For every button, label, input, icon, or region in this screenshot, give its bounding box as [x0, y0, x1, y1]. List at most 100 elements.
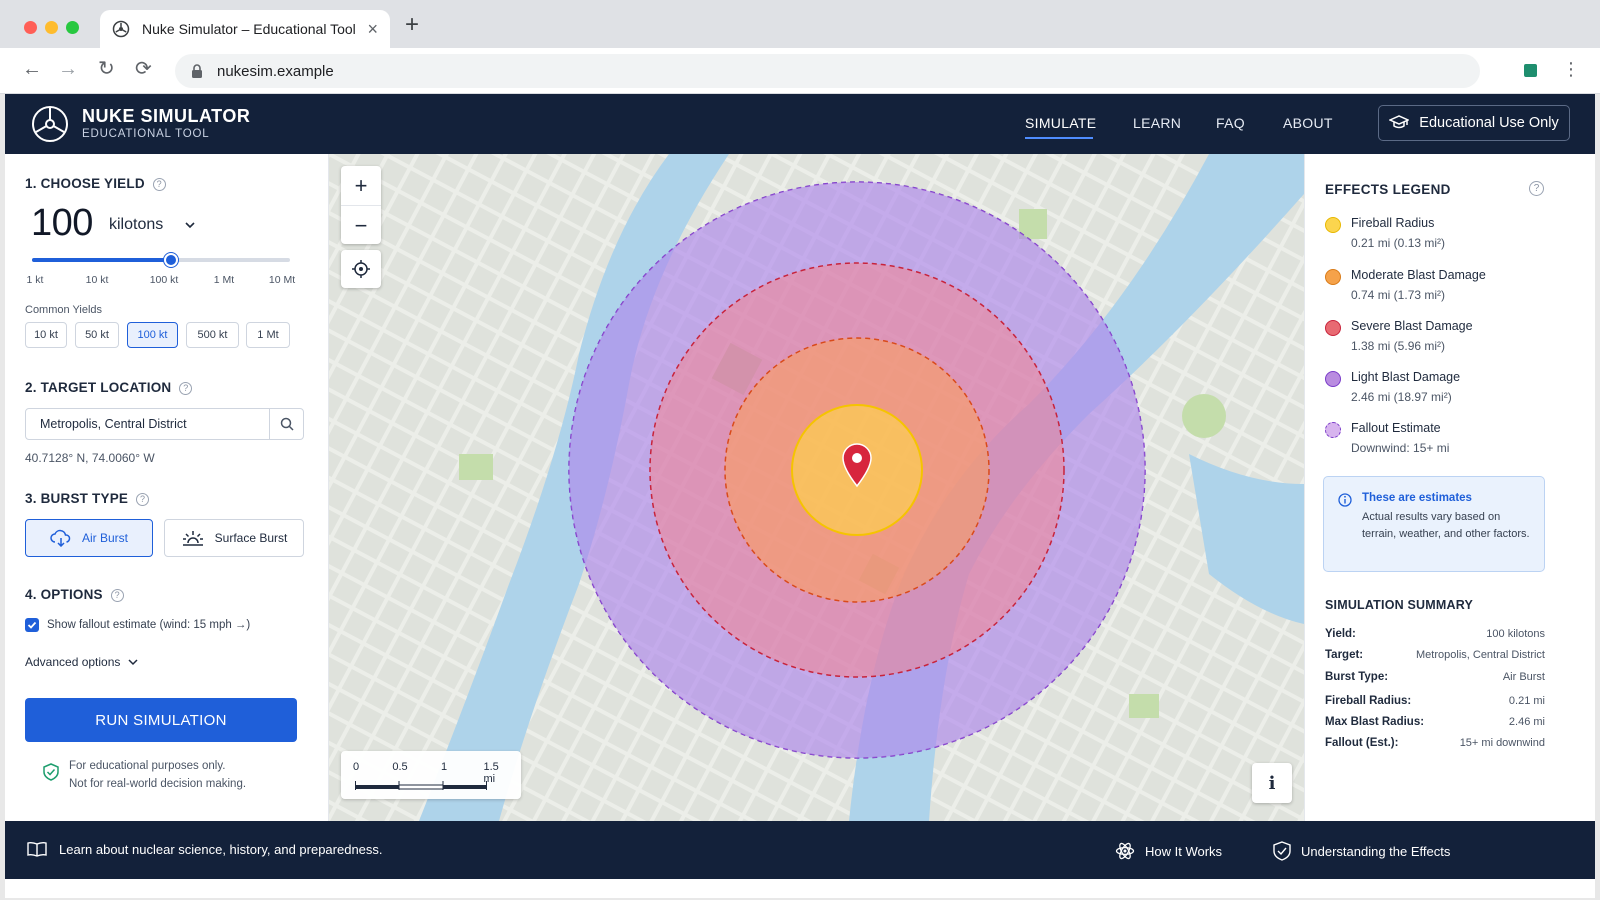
brand-subtitle: EDUCATIONAL TOOL	[82, 128, 210, 140]
nav-active-underline	[1025, 137, 1093, 139]
surface-burst-label: Surface Burst	[214, 531, 288, 545]
disclaimer-line-2: Not for real-world decision making.	[69, 778, 247, 790]
yield-slider[interactable]	[32, 253, 290, 267]
legend-name: Moderate Blast Damage	[1351, 268, 1486, 282]
locate-button[interactable]	[341, 250, 381, 288]
summary-row: Fallout (Est.): 15+ mi downwind	[1325, 737, 1545, 749]
shield-check-icon	[1273, 841, 1291, 861]
map-canvas[interactable]	[329, 154, 1304, 821]
nav-learn[interactable]: LEARN	[1133, 115, 1181, 131]
help-icon[interactable]: ?	[110, 589, 124, 602]
scale-label: 0	[352, 761, 360, 773]
park	[1129, 694, 1159, 718]
yield-unit-select[interactable]: kilotons	[109, 216, 163, 234]
footer-learn-text: Learn about nuclear science, history, an…	[27, 841, 383, 857]
run-simulation-button[interactable]: RUN SIMULATION	[25, 698, 297, 742]
graduation-cap-icon	[1389, 115, 1410, 129]
new-tab-icon[interactable]: +	[405, 13, 419, 37]
common-yield-chip[interactable]: 500 kt	[186, 322, 239, 348]
window-minimize-button[interactable]	[45, 21, 58, 34]
search-icon	[280, 417, 294, 431]
tab-close-icon[interactable]: ×	[367, 20, 378, 38]
zoom-out-icon[interactable]: −	[341, 206, 381, 245]
back-icon[interactable]: ←	[22, 59, 42, 79]
app-window: NUKE SIMULATOR EDUCATIONAL TOOL SIMULATE…	[5, 94, 1595, 898]
browser-nav-bar: ← → ↻ ⟳ nukesim.example ⋮	[0, 48, 1600, 94]
scale-label: 0.5	[392, 761, 408, 773]
summary-value: Metropolis, Central District	[1416, 649, 1545, 661]
advanced-options-toggle[interactable]: Advanced options	[25, 655, 138, 669]
slider-tick-label: 100 kt	[149, 274, 179, 286]
checkmark-icon	[27, 621, 37, 629]
browser-menu-icon[interactable]: ⋮	[1562, 60, 1580, 78]
summary-row: Target: Metropolis, Central District	[1325, 649, 1545, 661]
nav-simulate[interactable]: SIMULATE	[1025, 115, 1096, 131]
lock-icon	[192, 64, 202, 78]
nav-faq[interactable]: FAQ	[1216, 115, 1245, 131]
legend-name: Light Blast Damage	[1351, 370, 1461, 384]
fallout-option-row[interactable]: Show fallout estimate (wind: 15 mph →)	[25, 618, 250, 632]
map-view[interactable]: + − 0 0.5 1 1.5 mi i	[329, 154, 1304, 821]
scale-label: 1	[440, 761, 448, 773]
yield-section-title: 1. CHOOSE YIELD?	[25, 176, 166, 191]
common-yield-chip[interactable]: 50 kt	[75, 322, 119, 348]
window-maximize-button[interactable]	[66, 21, 79, 34]
burst-section-title: 3. BURST TYPE?	[25, 491, 150, 506]
location-search-button[interactable]	[269, 409, 303, 439]
disclaimer: For educational purposes only. Not for r…	[43, 757, 246, 793]
help-icon[interactable]: ?	[179, 382, 193, 395]
how-it-works-label: How It Works	[1145, 843, 1223, 859]
address-bar[interactable]: nukesim.example	[175, 54, 1480, 88]
how-it-works-link[interactable]: How It Works	[1115, 841, 1222, 861]
help-icon[interactable]: ?	[136, 493, 150, 506]
target-marker-dot	[852, 453, 862, 463]
summary-value: 0.21 mi	[1508, 695, 1545, 707]
extension-refresh-icon[interactable]: ⟳	[135, 59, 152, 79]
summary-value: Air Burst	[1502, 671, 1545, 683]
common-yield-chip[interactable]: 1 Mt	[246, 322, 290, 348]
legend-value: 0.74 mi (1.73 mi²)	[1351, 288, 1446, 302]
park	[459, 454, 493, 480]
app-header: NUKE SIMULATOR EDUCATIONAL TOOL SIMULATE…	[5, 94, 1595, 154]
understanding-effects-link[interactable]: Understanding the Effects	[1273, 841, 1450, 861]
zoom-in-icon[interactable]: +	[341, 166, 381, 205]
air-burst-button[interactable]: Air Burst	[25, 519, 153, 557]
common-yield-chip-active[interactable]: 100 kt	[127, 322, 178, 348]
book-icon	[27, 841, 47, 857]
nav-about[interactable]: ABOUT	[1283, 115, 1333, 131]
legend-name: Fireball Radius	[1351, 216, 1435, 230]
legend-name: Fallout Estimate	[1351, 421, 1441, 435]
educational-use-button[interactable]: Educational Use Only	[1378, 105, 1570, 141]
legend-dot-moderate-blast	[1325, 269, 1341, 285]
surface-burst-button[interactable]: Surface Burst	[164, 519, 304, 557]
legend-dot-severe-blast	[1325, 320, 1341, 336]
chevron-down-icon[interactable]	[185, 220, 195, 230]
legend-title: EFFECTS LEGEND	[1325, 182, 1451, 197]
common-yield-chip[interactable]: 10 kt	[25, 322, 67, 348]
advanced-options-label: Advanced options	[25, 655, 121, 669]
understanding-effects-label: Understanding the Effects	[1301, 843, 1451, 859]
yield-slider-thumb[interactable]	[164, 253, 179, 267]
reload-icon[interactable]: ↻	[98, 59, 115, 79]
summary-row: Fireball Radius: 0.21 mi	[1325, 695, 1545, 707]
legend-dot-fallout	[1325, 422, 1341, 438]
location-input[interactable]: Metropolis, Central District	[25, 408, 304, 440]
map-info-button[interactable]: i	[1252, 763, 1292, 803]
yield-value: 100	[31, 202, 93, 244]
summary-key: Fallout (Est.):	[1325, 737, 1399, 749]
legend-dot-light-blast	[1325, 371, 1341, 387]
map-scale-bar: 0 0.5 1 1.5 mi	[341, 751, 521, 799]
extension-icon[interactable]	[1524, 64, 1537, 77]
summary-key: Yield:	[1325, 628, 1356, 640]
atom-logo-icon	[32, 106, 68, 142]
fallout-checkbox[interactable]	[25, 618, 39, 632]
tab-favicon-icon	[112, 20, 130, 38]
help-icon[interactable]: ?	[1529, 181, 1544, 196]
forward-icon[interactable]: →	[58, 59, 78, 79]
browser-tab[interactable]: Nuke Simulator – Educational Tool ×	[100, 10, 390, 48]
scale-ruler	[355, 781, 487, 790]
help-icon[interactable]: ?	[152, 178, 166, 191]
slider-tick-label: 10 kt	[85, 274, 109, 286]
window-close-button[interactable]	[24, 21, 37, 34]
yield-slider-fill	[32, 258, 172, 262]
